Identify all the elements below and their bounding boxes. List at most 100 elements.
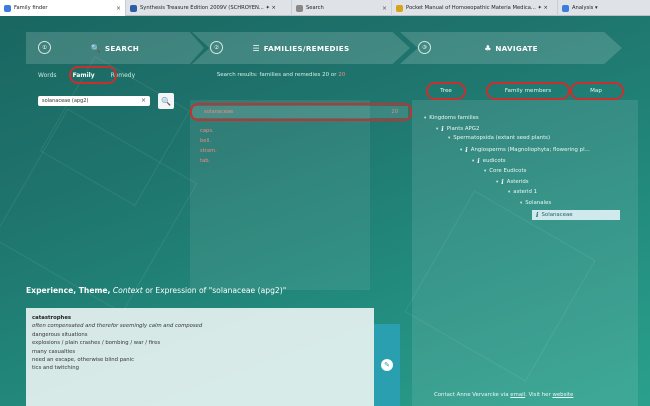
tab-label: Analysis ▾ bbox=[572, 5, 598, 11]
contact-text: Contact Anne Vervarcke via bbox=[434, 392, 511, 398]
title-italic: Context bbox=[112, 286, 143, 295]
expand-arrow-icon[interactable]: ▾ bbox=[508, 190, 510, 195]
experience-text-box: catastrophes often compensated and there… bbox=[26, 308, 374, 406]
experience-line: often compensated and therefor seemingly… bbox=[32, 323, 203, 330]
tree-node[interactable]: ▾ i eudicots bbox=[472, 157, 506, 165]
experience-line: explosions / plain crashes / bombing / w… bbox=[32, 340, 161, 347]
info-icon[interactable]: i bbox=[441, 125, 443, 133]
tab-pocket-manual[interactable]: Pocket Manual of Homoeopathic Materia Me… bbox=[392, 0, 558, 16]
step-navigate-header: ③ ♣ NAVIGATE bbox=[400, 32, 622, 64]
expand-arrow-icon[interactable]: ▾ bbox=[436, 127, 438, 132]
app-icon bbox=[4, 4, 11, 12]
result-item[interactable]: tab. bbox=[200, 158, 210, 164]
tree-node[interactable]: ▾ i Plants APG2 bbox=[436, 125, 479, 133]
close-icon[interactable]: × bbox=[382, 5, 387, 12]
result-item[interactable]: bell. bbox=[200, 138, 211, 144]
tree-node-label: asterid 1 bbox=[513, 189, 538, 195]
chart-icon bbox=[562, 4, 569, 12]
tab-analysis[interactable]: Analysis ▾ bbox=[558, 0, 650, 16]
expand-arrow-icon[interactable]: ▾ bbox=[424, 116, 426, 121]
step-families-header: ② ☰ FAMILIES/REMEDIES bbox=[192, 32, 410, 64]
info-icon[interactable]: i bbox=[536, 211, 538, 219]
tree-node-label: Solanales bbox=[525, 200, 552, 206]
tree-node[interactable]: ▾ Kingdoms families bbox=[424, 115, 479, 121]
experience-line: need an escape, otherwise blind panic bbox=[32, 357, 135, 364]
tree-node-label: Plants APG2 bbox=[446, 126, 480, 132]
tree-node-label: Angiosperms (Magnoliophyta; flowering pl… bbox=[470, 147, 590, 153]
step-number: ② bbox=[210, 41, 223, 54]
experience-line: many casualties bbox=[32, 348, 76, 355]
tree-node-label: Core Eudicots bbox=[489, 168, 527, 174]
search-icon: 🔍 bbox=[161, 96, 171, 106]
info-icon[interactable]: i bbox=[465, 146, 467, 154]
step-number: ③ bbox=[418, 41, 431, 54]
book-icon bbox=[130, 4, 137, 12]
info-icon[interactable]: i bbox=[501, 178, 503, 186]
step-number: ① bbox=[38, 41, 51, 54]
annotation-oval bbox=[570, 82, 624, 100]
title-bold: Experience, Theme, bbox=[26, 286, 111, 295]
tree-node[interactable]: ▾ Solanales bbox=[520, 200, 551, 206]
tab-label: Search bbox=[306, 5, 324, 11]
results-count: 20 bbox=[338, 72, 346, 78]
experience-title: Experience, Theme, Context or Expression… bbox=[26, 286, 286, 295]
tree-icon: ♣ bbox=[484, 43, 492, 53]
annotation-oval bbox=[190, 103, 412, 121]
tree-node-selected[interactable]: i Solanaceae bbox=[532, 210, 620, 220]
result-item[interactable]: caps. bbox=[200, 128, 214, 134]
edit-button[interactable]: ✎ bbox=[381, 359, 393, 371]
close-icon[interactable]: × bbox=[116, 5, 121, 12]
tab-label: Family finder bbox=[14, 5, 48, 11]
result-item[interactable]: stram. bbox=[200, 148, 217, 154]
search-query: solanaceae (apg2) bbox=[42, 98, 89, 104]
results-panel bbox=[190, 100, 370, 290]
tree-node-label: Solanaceae bbox=[541, 212, 573, 218]
pencil-icon: ✎ bbox=[384, 361, 390, 369]
search-input[interactable]: solanaceae (apg2) × bbox=[38, 96, 150, 106]
expand-arrow-icon[interactable]: ▾ bbox=[472, 159, 474, 164]
tab-synthesis[interactable]: Synthesis Treasure Edition 2009V (SCHROY… bbox=[126, 0, 292, 16]
website-link[interactable]: website bbox=[552, 392, 573, 398]
tree-node[interactable]: ▾ Core Eudicots bbox=[484, 168, 526, 174]
annotation-oval bbox=[426, 82, 466, 100]
experience-line: catastrophes bbox=[32, 315, 72, 321]
expand-arrow-icon[interactable]: ▾ bbox=[460, 148, 462, 153]
annotation-oval bbox=[486, 82, 570, 100]
book-icon bbox=[396, 4, 403, 12]
expand-arrow-icon[interactable]: ▾ bbox=[520, 201, 522, 206]
contact-text: . Visit her bbox=[525, 392, 553, 398]
search-icon: 🔍 bbox=[90, 43, 101, 53]
clear-icon[interactable]: × bbox=[141, 97, 146, 104]
info-icon[interactable]: i bbox=[477, 157, 479, 165]
experience-line: tics and twitching bbox=[32, 365, 79, 372]
mode-words[interactable]: Words bbox=[38, 72, 57, 79]
step-search-header: ① 🔍 SEARCH bbox=[26, 32, 204, 64]
email-link[interactable]: email bbox=[510, 392, 525, 398]
tree-node-label: Spermatopsida (extant seed plants) bbox=[453, 135, 551, 141]
title-rest: or Expression of "solanaceae (apg2)" bbox=[145, 286, 287, 295]
step-title: SEARCH bbox=[104, 43, 140, 53]
expand-arrow-icon[interactable]: ▾ bbox=[496, 180, 498, 185]
browser-tab-bar: Family finder × Synthesis Treasure Editi… bbox=[0, 0, 650, 16]
search-icon bbox=[296, 4, 303, 12]
tree-node[interactable]: ▾ asterid 1 bbox=[508, 189, 537, 195]
step-title: NAVIGATE bbox=[495, 43, 538, 53]
step-title: FAMILIES/REMEDIES bbox=[263, 43, 350, 53]
tab-search[interactable]: Search × bbox=[292, 0, 392, 16]
tree-node-label: Asterids bbox=[506, 179, 529, 185]
expand-arrow-icon[interactable]: ▾ bbox=[484, 169, 486, 174]
experience-line: dangerous situations bbox=[32, 331, 88, 338]
expand-arrow-icon[interactable]: ▾ bbox=[448, 136, 450, 141]
search-button[interactable]: 🔍 bbox=[158, 93, 174, 109]
tab-family-finder[interactable]: Family finder × bbox=[0, 0, 126, 16]
tree-node[interactable]: ▾ i Angiosperms (Magnoliophyta; flowerin… bbox=[460, 146, 590, 154]
list-icon: ☰ bbox=[252, 43, 260, 53]
tree-node[interactable]: ▾ i Asterids bbox=[496, 178, 529, 186]
tree-node[interactable]: ▾ Spermatopsida (extant seed plants) bbox=[448, 135, 550, 141]
tree-node-label: eudicots bbox=[482, 158, 506, 164]
tab-label: Synthesis Treasure Edition 2009V (SCHROY… bbox=[140, 5, 276, 11]
contact-line: Contact Anne Vervarcke via email. Visit … bbox=[434, 392, 573, 398]
results-heading: Search results: families and remedies 20… bbox=[196, 72, 366, 78]
tree-node-label: Kingdoms families bbox=[429, 115, 479, 121]
family-finder-app: ① 🔍 SEARCH ② ☰ FAMILIES/REMEDIES ③ ♣ NAV… bbox=[0, 16, 650, 406]
